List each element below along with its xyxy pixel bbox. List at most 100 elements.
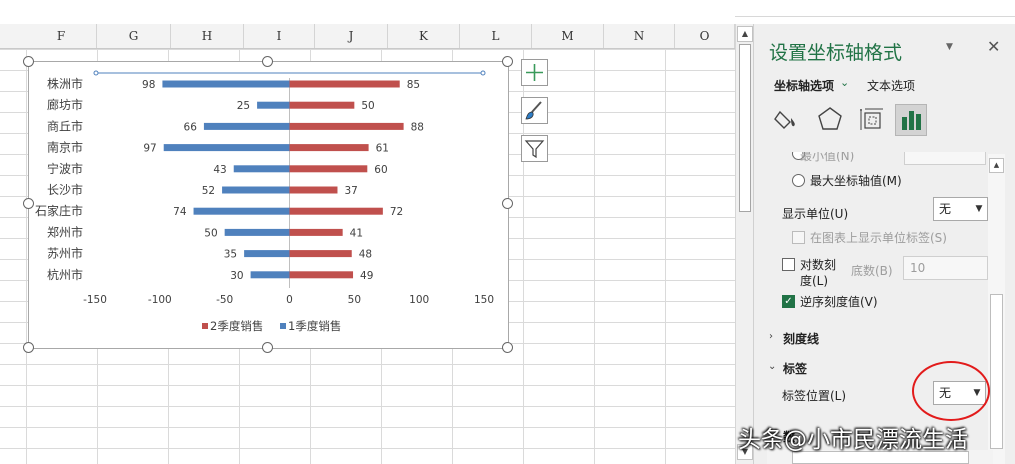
data-label-q1: 43 (213, 164, 226, 176)
data-label-q1: 52 (202, 185, 215, 197)
log-scale-checkbox[interactable] (782, 258, 795, 271)
butterfly-bar-chart[interactable]: 株洲市 98 85 廊坊市 25 50 商丘市 66 88 南京市 97 61 宁波市 43 60 长沙市 52… (28, 61, 509, 349)
close-icon[interactable]: ✕ (987, 37, 1000, 56)
chart-styles-button[interactable] (521, 97, 548, 124)
resize-handle[interactable] (262, 342, 273, 353)
resize-handle[interactable] (502, 342, 513, 353)
tab-axis-options[interactable]: 坐标轴选项 (774, 77, 834, 94)
category-label: 杭州市 (47, 267, 83, 282)
bar-q1 (244, 250, 290, 258)
bar-q1 (224, 228, 290, 236)
category-label: 石家庄市 (35, 203, 83, 218)
legend-swatch (202, 323, 208, 329)
category-label: 廊坊市 (47, 97, 83, 112)
log-scale-label-line1: 对数刻 (800, 258, 837, 272)
chevron-right-icon[interactable]: › (769, 331, 773, 342)
effects-pentagon-icon[interactable] (815, 104, 845, 134)
partial-input (904, 152, 986, 165)
x-tick-label: -150 (83, 294, 107, 306)
resize-handle[interactable] (23, 56, 34, 67)
x-tick-label: -100 (148, 294, 172, 306)
chevron-down-icon[interactable]: ▼ (971, 198, 987, 220)
axis-handle (480, 70, 486, 76)
resize-handle[interactable] (502, 198, 513, 209)
data-label-q2: 85 (407, 79, 420, 91)
column-header[interactable]: M (532, 24, 604, 48)
scrollbar-thumb[interactable] (990, 294, 1003, 449)
size-properties-icon[interactable] (857, 104, 887, 134)
chart-filters-button[interactable] (521, 135, 548, 162)
show-units-checkbox[interactable] (792, 231, 805, 244)
bar-q1 (162, 80, 290, 88)
axis-handle (93, 70, 99, 76)
data-label-q2: 60 (374, 164, 387, 176)
category-label: 南京市 (47, 140, 83, 155)
column-header[interactable]: H (171, 24, 244, 48)
chevron-down-icon[interactable]: ⌄ (768, 361, 776, 372)
column-header[interactable]: F (26, 24, 97, 48)
category-label: 郑州市 (47, 224, 83, 239)
resize-handle[interactable] (262, 56, 273, 67)
brush-icon (525, 101, 542, 120)
bar-q1 (222, 186, 290, 194)
filter-icon (524, 140, 545, 159)
tick-marks-section[interactable]: 刻度线 (783, 330, 819, 347)
display-units-select[interactable]: 无 ▼ (933, 197, 988, 221)
category-label: 商丘市 (47, 118, 83, 133)
x-tick-label: 50 (348, 294, 361, 306)
axis-options-icon[interactable] (895, 104, 927, 136)
bar-q2 (289, 186, 338, 194)
data-label-q2: 37 (344, 185, 357, 197)
chart-elements-button[interactable] (521, 59, 548, 86)
base-input: 10 (903, 256, 988, 280)
log-scale-label-line2: 度(L) (800, 274, 829, 288)
column-header-row: F G H I J K L M N O (0, 24, 735, 49)
data-label-q1: 25 (237, 100, 250, 112)
pane-options-dropdown-icon[interactable]: ▼ (946, 42, 953, 52)
pane-vertical-scrollbar[interactable]: ▲ (988, 154, 1005, 464)
data-label-q2: 49 (360, 270, 373, 282)
reverse-order-checkbox[interactable]: ✓ (782, 295, 795, 308)
labels-section[interactable]: 标签 (783, 360, 807, 377)
base-label: 底数(B) (851, 264, 893, 278)
bar-q2 (289, 228, 343, 236)
scroll-up-icon[interactable]: ▲ (737, 26, 753, 42)
column-header[interactable]: O (675, 24, 735, 48)
resize-handle[interactable] (502, 56, 513, 67)
data-label-q2: 88 (411, 121, 424, 133)
column-header[interactable]: N (604, 24, 675, 48)
x-tick-label: -50 (216, 294, 233, 306)
data-label-q2: 50 (361, 100, 374, 112)
category-label: 长沙市 (47, 182, 83, 197)
column-header[interactable]: I (244, 24, 315, 48)
column-header[interactable]: J (315, 24, 388, 48)
bar-q1 (163, 144, 290, 152)
scroll-up-icon[interactable]: ▲ (989, 158, 1004, 173)
legend-swatch (280, 323, 286, 329)
watermark-text: 头条@小市民漂流生活 (738, 427, 968, 453)
category-label: 宁波市 (47, 161, 83, 176)
sheet-vertical-scrollbar[interactable]: ▲ ▼ (735, 24, 753, 464)
column-header[interactable]: L (460, 24, 532, 48)
data-label-q2: 48 (359, 249, 372, 261)
data-label-q1: 35 (224, 249, 237, 261)
x-tick-label: 100 (409, 294, 429, 306)
column-header[interactable]: G (97, 24, 171, 48)
data-label-q1: 74 (173, 206, 187, 218)
bar-q1 (233, 165, 290, 173)
chart-canvas: 株洲市 98 85 廊坊市 25 50 商丘市 66 88 南京市 97 61 宁波市 43 60 长沙市 52… (35, 70, 494, 333)
data-label-q2: 41 (350, 227, 363, 239)
max-axis-value-radio[interactable] (792, 174, 805, 187)
data-label-q1: 98 (142, 79, 155, 91)
column-header[interactable]: K (388, 24, 460, 48)
resize-handle[interactable] (23, 198, 34, 209)
legend-entry: 1季度销售 (288, 319, 341, 333)
chevron-down-icon[interactable]: ⌄ (840, 76, 849, 89)
reverse-order-label: 逆序刻度值(V) (800, 295, 878, 309)
resize-handle[interactable] (23, 342, 34, 353)
fill-line-icon[interactable] (772, 104, 802, 134)
highlight-annotation-circle (912, 361, 990, 421)
tab-text-options[interactable]: 文本选项 (867, 77, 915, 94)
data-label-q2: 61 (376, 143, 389, 155)
scrollbar-thumb[interactable] (739, 44, 751, 212)
